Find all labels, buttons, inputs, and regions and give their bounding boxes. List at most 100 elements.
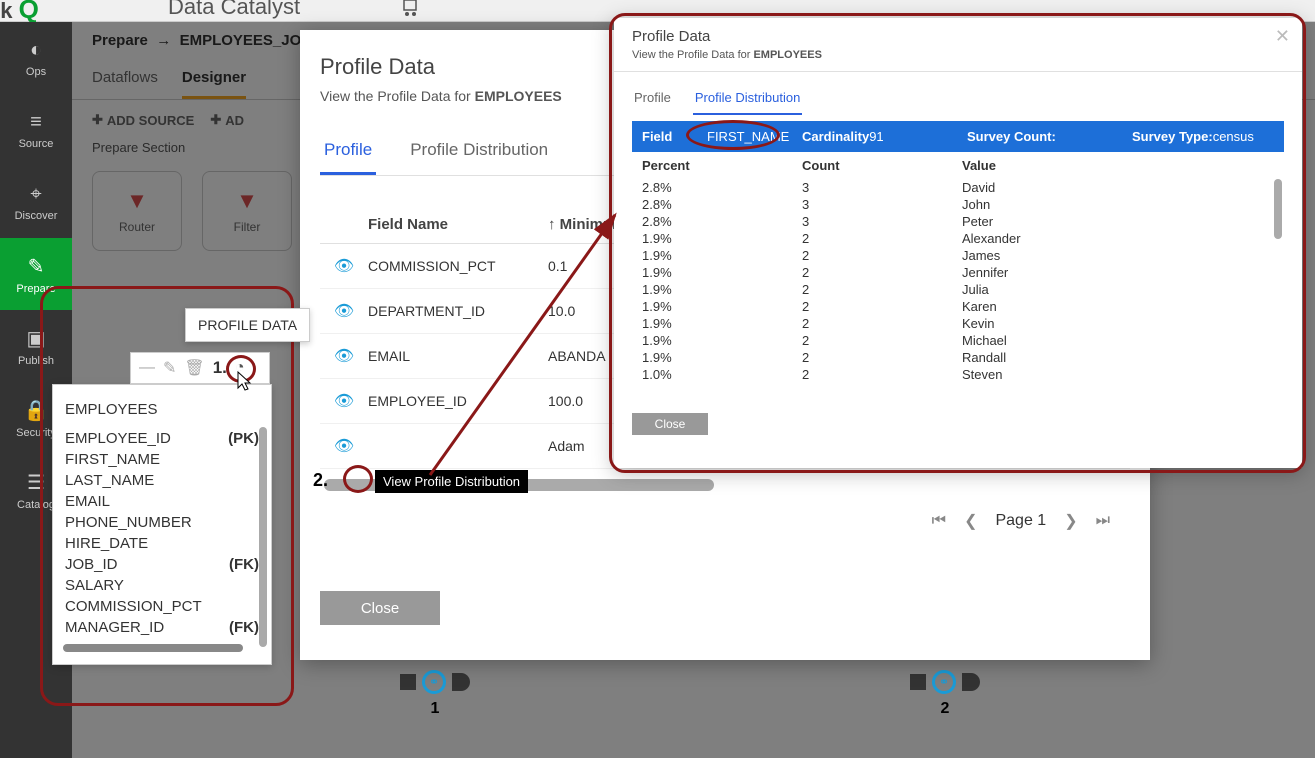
field-name: EMPLOYEE_ID [65,430,171,447]
distribution-row: 1.9%2Jennifer [632,264,1284,281]
sidebar-item-prepare[interactable]: ✎Prepare [0,238,72,310]
distribution-row: 2.8%3Peter [632,213,1284,230]
app-title: Data Catalyst [168,0,300,20]
entity-field-row[interactable]: HIRE_DATE [65,533,259,554]
brand-q-icon: Q [19,0,39,24]
tab-profile[interactable]: Profile [632,82,673,115]
view-profile-distribution-tooltip: View Profile Distribution [375,470,528,493]
col-count: Count [802,158,962,173]
tab-profile-distribution[interactable]: Profile Distribution [406,128,552,175]
modal2-subtitle: View the Profile Data for EMPLOYEES [632,49,1284,61]
step-2-label: 2. [313,470,328,491]
vertical-scrollbar[interactable] [259,427,267,647]
distribution-row: 1.9%2James [632,247,1284,264]
binoculars-icon: ⌖ [30,183,41,206]
dash-icon[interactable]: — [139,359,155,377]
divider [614,71,1302,72]
canvas-nodes: ⚭ 1 ⚭ 2 [400,670,980,718]
output-port-icon [452,673,470,691]
distribution-row: 1.9%2Alexander [632,230,1284,247]
output-port-icon [962,673,980,691]
eye-icon[interactable]: 👁 [334,258,354,275]
step-1-label: 1. [213,358,227,378]
col-percent: Percent [642,158,802,173]
node-number: 2 [941,700,950,718]
vertical-scrollbar[interactable] [1274,179,1282,239]
col-field-name[interactable]: Field Name [368,216,548,233]
database-icon: ≡ [30,111,42,134]
distribution-row: 1.9%2Julia [632,281,1284,298]
entity-name: EMPLOYEES [53,395,271,428]
field-name: COMMISSION_PCT [65,598,202,615]
col-value: Value [962,158,1274,173]
entity-field-row[interactable]: COMMISSION_PCT [65,596,259,617]
distribution-row: 1.9%2Michael [632,332,1284,349]
entity-field-row[interactable]: MANAGER_ID (FK) [65,617,259,638]
sidebar-item-discover[interactable]: ⌖Discover [0,166,72,238]
canvas-node-2[interactable]: ⚭ 2 [910,670,980,718]
page-label: Page 1 [995,512,1046,530]
field-name: PHONE_NUMBER [65,514,192,531]
modal2-title: Profile Data [632,28,1284,45]
entity-fields-popup: EMPLOYEES EMPLOYEE_ID(PK)FIRST_NAME LAST_… [52,384,272,665]
eye-icon[interactable]: 👁 [334,348,354,365]
canvas-node-1[interactable]: ⚭ 1 [400,670,470,718]
cart-icon[interactable] [400,0,422,23]
field-key-badge: (FK) [229,556,259,573]
entity-field-row[interactable]: JOB_ID (FK) [65,554,259,575]
entity-field-row[interactable]: EMPLOYEE_ID(PK) [65,428,259,449]
profile-data-tooltip: PROFILE DATA [185,308,310,342]
eye-icon[interactable]: 👁 [334,303,354,320]
edit-icon: ✎ [28,254,45,279]
input-port-icon [400,674,416,690]
field-name: JOB_ID [65,556,118,573]
entity-field-row[interactable]: EMAIL [65,491,259,512]
cursor-icon [236,370,256,397]
lock-icon: 🔒 [24,398,49,423]
tab-profile[interactable]: Profile [320,128,376,175]
entity-field-row[interactable]: FIRST_NAME [65,449,259,470]
trash-icon[interactable]: 🗑 [184,358,204,378]
input-port-icon [910,674,926,690]
entity-field-row[interactable]: LAST_NAME [65,470,259,491]
field-name: EMAIL [65,493,110,510]
distribution-row: 1.9%2Randall [632,349,1284,366]
close-icon[interactable]: ✕ [1275,26,1290,47]
entity-field-row[interactable]: PHONE_NUMBER [65,512,259,533]
gauge-icon: ◐ [30,39,42,62]
entity-field-row[interactable]: SALARY [65,575,259,596]
entity-fields-list: EMPLOYEE_ID(PK)FIRST_NAME LAST_NAME EMAIL P… [53,428,271,638]
close-button[interactable]: Close [320,591,440,625]
eye-icon[interactable]: 👁 [334,393,354,410]
field-name: LAST_NAME [65,472,154,489]
sidebar-item-source[interactable]: ≡Source [0,94,72,166]
prev-page-icon[interactable]: ❮ [964,511,977,531]
sidebar-item-ops[interactable]: ◐Ops [0,22,72,94]
modal2-tabs: Profile Profile Distribution [632,82,1284,115]
first-page-icon[interactable]: ⏮ [932,512,946,530]
pencil-icon[interactable]: ✎ [163,358,176,378]
eye-icon[interactable]: 👁 [334,438,354,455]
distribution-header: Percent Count Value [632,152,1284,179]
sidebar-item-publish[interactable]: ▣Publish [0,310,72,382]
field-key-badge: (FK) [229,619,259,636]
distribution-row: 1.0%2Steven [632,366,1284,383]
last-page-icon[interactable]: ⏭ [1096,512,1110,530]
field-name: HIRE_DATE [65,535,148,552]
next-page-icon[interactable]: ❯ [1064,511,1077,531]
field-name: SALARY [65,577,124,594]
distribution-row: 1.9%2Karen [632,298,1284,315]
tab-profile-distribution[interactable]: Profile Distribution [693,82,803,115]
pager: ⏮ ❮ Page 1 ❯ ⏭ [320,501,1130,541]
node-number: 1 [431,700,440,718]
profile-distribution-modal: ✕ Profile Data View the Profile Data for… [614,18,1302,468]
distribution-row: 2.8%3David [632,179,1284,196]
distribution-row: 2.8%3John [632,196,1284,213]
list-icon: ☰ [27,470,45,495]
horizontal-scrollbar[interactable] [63,644,243,652]
field-name: MANAGER_ID [65,619,164,636]
field-info-bar: Field FIRST_NAME Cardinality91 Survey Co… [632,121,1284,152]
close-button[interactable]: Close [632,413,708,435]
link-icon: ⚭ [422,670,446,694]
distribution-body: 2.8%3David2.8%3John2.8%3Peter1.9%2Alexan… [632,179,1284,383]
